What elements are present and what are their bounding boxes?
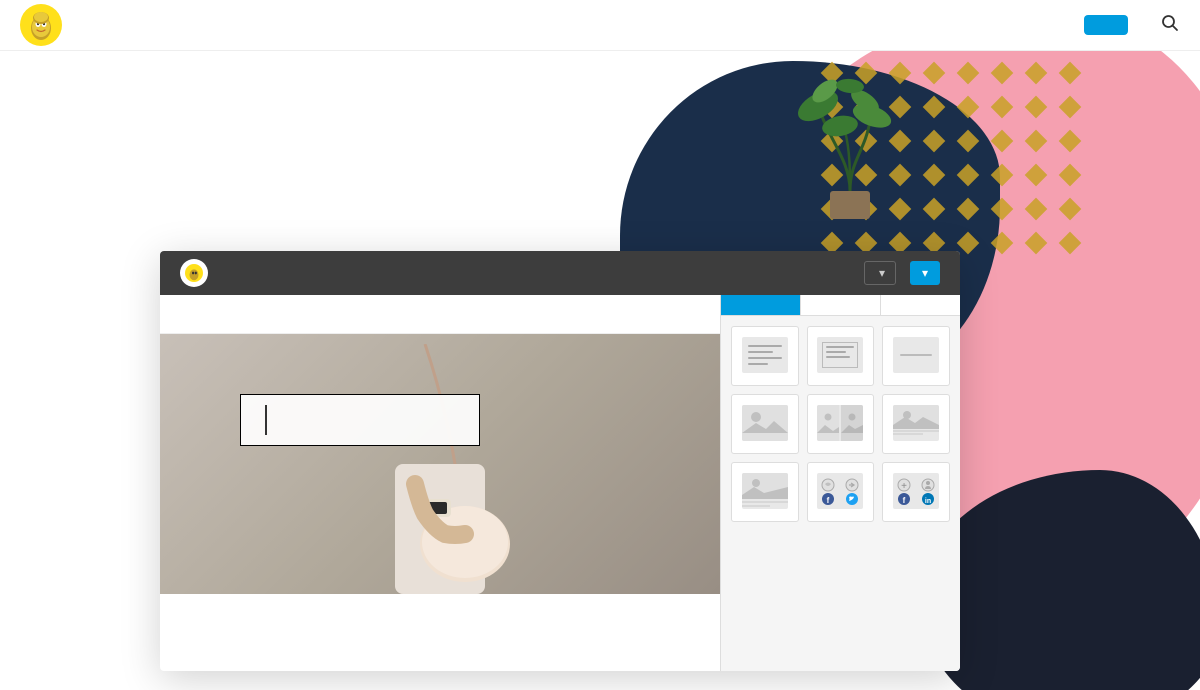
- block-boxed-text[interactable]: [807, 326, 875, 386]
- email-hero-image: [160, 334, 720, 594]
- topbar-left: [180, 259, 222, 287]
- sidebar-tabs: [721, 295, 960, 316]
- blocks-panel: f: [721, 316, 960, 532]
- chevron-down-icon: ▾: [879, 266, 885, 280]
- topbar-right: ▾ ▾: [796, 261, 940, 285]
- block-social-follow[interactable]: + f in: [882, 462, 950, 522]
- email-preview-window: ▾ ▾: [160, 251, 960, 671]
- fashion-photo-svg: [315, 344, 565, 594]
- block-image-group[interactable]: [807, 394, 875, 454]
- editor-help-btn[interactable]: [796, 269, 816, 277]
- block-image[interactable]: [731, 394, 799, 454]
- editor-content: f: [160, 295, 960, 671]
- tab-content[interactable]: [721, 295, 801, 315]
- nav-right: [1084, 13, 1180, 38]
- tab-comments[interactable]: [881, 295, 960, 315]
- editor-sidebar: f: [720, 295, 960, 671]
- editor-topbar: ▾ ▾: [160, 251, 960, 295]
- tab-design[interactable]: [801, 295, 881, 315]
- email-inner: [160, 295, 720, 671]
- nav-blog[interactable]: [230, 17, 266, 33]
- editor-logo: [180, 259, 208, 287]
- search-icon[interactable]: [1160, 13, 1180, 38]
- nav-support[interactable]: [184, 17, 220, 33]
- svg-text:f: f: [903, 496, 906, 505]
- editor-save-template-btn[interactable]: [830, 269, 850, 277]
- nav-links: [92, 17, 1084, 33]
- block-divider[interactable]: [882, 326, 950, 386]
- logo[interactable]: [20, 4, 62, 46]
- block-text[interactable]: [731, 326, 799, 386]
- plant-icon: [790, 51, 910, 221]
- svg-text:+: +: [901, 481, 907, 492]
- block-social-share[interactable]: f: [807, 462, 875, 522]
- editor-save-exit-btn[interactable]: ▾: [910, 261, 940, 285]
- hero-text-area: [60, 111, 560, 135]
- email-canvas: [160, 295, 720, 671]
- svg-text:f: f: [827, 496, 830, 505]
- editor-preview-test-btn[interactable]: ▾: [864, 261, 896, 285]
- email-header: [160, 295, 720, 334]
- navbar: [0, 0, 1200, 51]
- new-text-input-overlay[interactable]: [240, 394, 480, 446]
- chevron-down-icon: ▾: [922, 266, 928, 280]
- nav-features[interactable]: [92, 17, 128, 33]
- svg-text:in: in: [925, 498, 931, 505]
- block-image-card[interactable]: [882, 394, 950, 454]
- hero-section: // Render diamonds const dp = document.q…: [0, 51, 1200, 690]
- block-image-caption[interactable]: [731, 462, 799, 522]
- blocks-grid: f: [731, 326, 950, 522]
- nav-pricing[interactable]: [138, 17, 174, 33]
- text-cursor: [265, 405, 267, 435]
- signup-button[interactable]: [1084, 15, 1128, 35]
